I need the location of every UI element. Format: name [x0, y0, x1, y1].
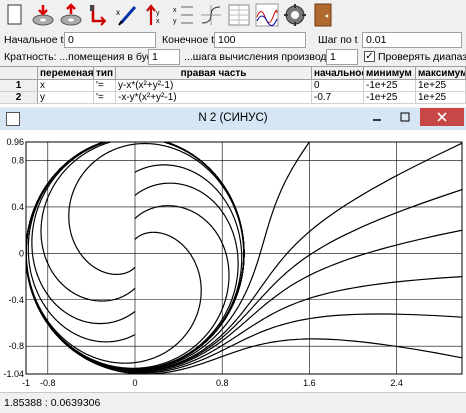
x-tick-label: 0	[132, 378, 137, 388]
derivative-step-input[interactable]: 1	[326, 49, 358, 65]
y-tick-label: 0.96	[6, 137, 24, 147]
x-tick-label: 2.4	[390, 378, 403, 388]
window-menu-icon[interactable]	[6, 112, 20, 126]
step-t-label: Шаг по t	[318, 34, 358, 46]
x-tick-label: -0.8	[40, 378, 56, 388]
phase-plot-svg[interactable]: -1 -0.8 0 0.8 1.6 2.4 0.96 0.8 0.4 0 -0.4 -0.8 -1.04	[0, 130, 466, 392]
phase-graph-icon[interactable]	[198, 2, 224, 28]
axis-up-arrow-icon[interactable]: yx	[142, 2, 168, 28]
col-header-rhs: правая часть	[116, 67, 312, 80]
step-down-arrow-icon[interactable]	[86, 2, 112, 28]
check-range-label: Проверять диапазон	[378, 51, 466, 63]
multiplicity-label: Кратность: ...помещения в буфер	[4, 51, 168, 63]
cell-max[interactable]: 1e+25	[416, 92, 466, 104]
cursor-coordinates: 1.85388 : 0.0639306	[4, 397, 101, 409]
col-header-min: минимум	[364, 67, 416, 80]
cell-min[interactable]: -1e+25	[364, 92, 416, 104]
disk-save-icon[interactable]	[58, 2, 84, 28]
exit-door-icon[interactable]	[310, 2, 336, 28]
step-t-input[interactable]: 0.01	[362, 32, 462, 48]
col-header-type: тип	[94, 67, 116, 80]
y-tick-label: 0.4	[11, 202, 24, 212]
cell-max[interactable]: 1e+25	[416, 80, 466, 92]
equations-table: переменая тип правая часть начальное мин…	[0, 66, 466, 107]
time-plot-icon[interactable]	[254, 2, 280, 28]
cell-min[interactable]: -1e+25	[364, 80, 416, 92]
plot-window: N 2 (СИНУС) -1 -0.8 0 0.8 1.6 2.4 0.96 0.8 0.4 0-…	[0, 108, 466, 413]
window-titlebar[interactable]: N 2 (СИНУС)	[0, 108, 466, 130]
start-t-label: Начальное t	[4, 34, 64, 46]
x-tick-label: 0.8	[216, 378, 229, 388]
start-t-input[interactable]: 0	[64, 32, 156, 48]
cell-type[interactable]: '=	[94, 80, 116, 92]
pen-edit-icon[interactable]: x	[114, 2, 140, 28]
table-data-icon[interactable]	[226, 2, 252, 28]
close-icon[interactable]	[420, 108, 464, 126]
end-t-input[interactable]: 100	[214, 32, 306, 48]
cell-rhs[interactable]: y-x*(x²+y²-1)	[116, 80, 312, 92]
svg-text:x: x	[156, 18, 160, 25]
buffer-params-row: Кратность: ...помещения в буфер 1 ...шаг…	[0, 49, 466, 67]
function-table-icon[interactable]: xy	[170, 2, 196, 28]
maximize-icon[interactable]	[392, 108, 418, 126]
derivative-step-label: ...шага вычисления производной	[184, 51, 345, 63]
y-tick-label: 0.8	[11, 156, 24, 166]
minimize-icon[interactable]	[364, 108, 390, 126]
col-header-max: максимум	[416, 67, 466, 80]
phase-plot[interactable]: -1 -0.8 0 0.8 1.6 2.4 0.96 0.8 0.4 0 -0.4 -0.8 -1.04	[0, 130, 466, 392]
cell-variable[interactable]: x	[38, 80, 94, 92]
y-tick-label: -0.8	[8, 341, 24, 351]
settings-gear-icon[interactable]	[282, 2, 308, 28]
col-header-variable: переменая	[38, 67, 94, 80]
row-index: 2	[0, 92, 38, 104]
svg-text:y: y	[173, 18, 177, 25]
cell-rhs[interactable]: -x-y*(x²+y²-1)	[116, 92, 312, 104]
row-index: 1	[0, 80, 38, 92]
col-header-initial: начальное	[312, 67, 364, 80]
check-range-checkbox[interactable]: ✓	[364, 51, 375, 62]
new-document-icon[interactable]	[2, 2, 28, 28]
disk-load-icon[interactable]	[30, 2, 56, 28]
x-tick-label: 1.6	[303, 378, 316, 388]
y-tick-label: -0.4	[8, 295, 24, 305]
time-params-row: Начальное t 0 Конечное t 100 Шаг по t 0.…	[0, 32, 466, 50]
toolbar: x yx xy	[0, 0, 466, 30]
cell-initial[interactable]: 0	[312, 80, 364, 92]
y-tick-label: -1.04	[3, 369, 24, 379]
cell-initial[interactable]: -0.7	[312, 92, 364, 104]
y-tick-label: 0	[19, 248, 24, 258]
cell-type[interactable]: '=	[94, 92, 116, 104]
svg-text:x: x	[116, 8, 120, 17]
svg-text:x: x	[173, 7, 177, 14]
x-tick-label: -1	[22, 378, 30, 388]
table-corner-cell	[0, 67, 38, 80]
status-bar: 1.85388 : 0.0639306	[0, 392, 466, 413]
cell-variable[interactable]: y	[38, 92, 94, 104]
multiplicity-input[interactable]: 1	[148, 49, 180, 65]
svg-text:y: y	[156, 10, 160, 17]
end-t-label: Конечное t	[162, 34, 215, 46]
